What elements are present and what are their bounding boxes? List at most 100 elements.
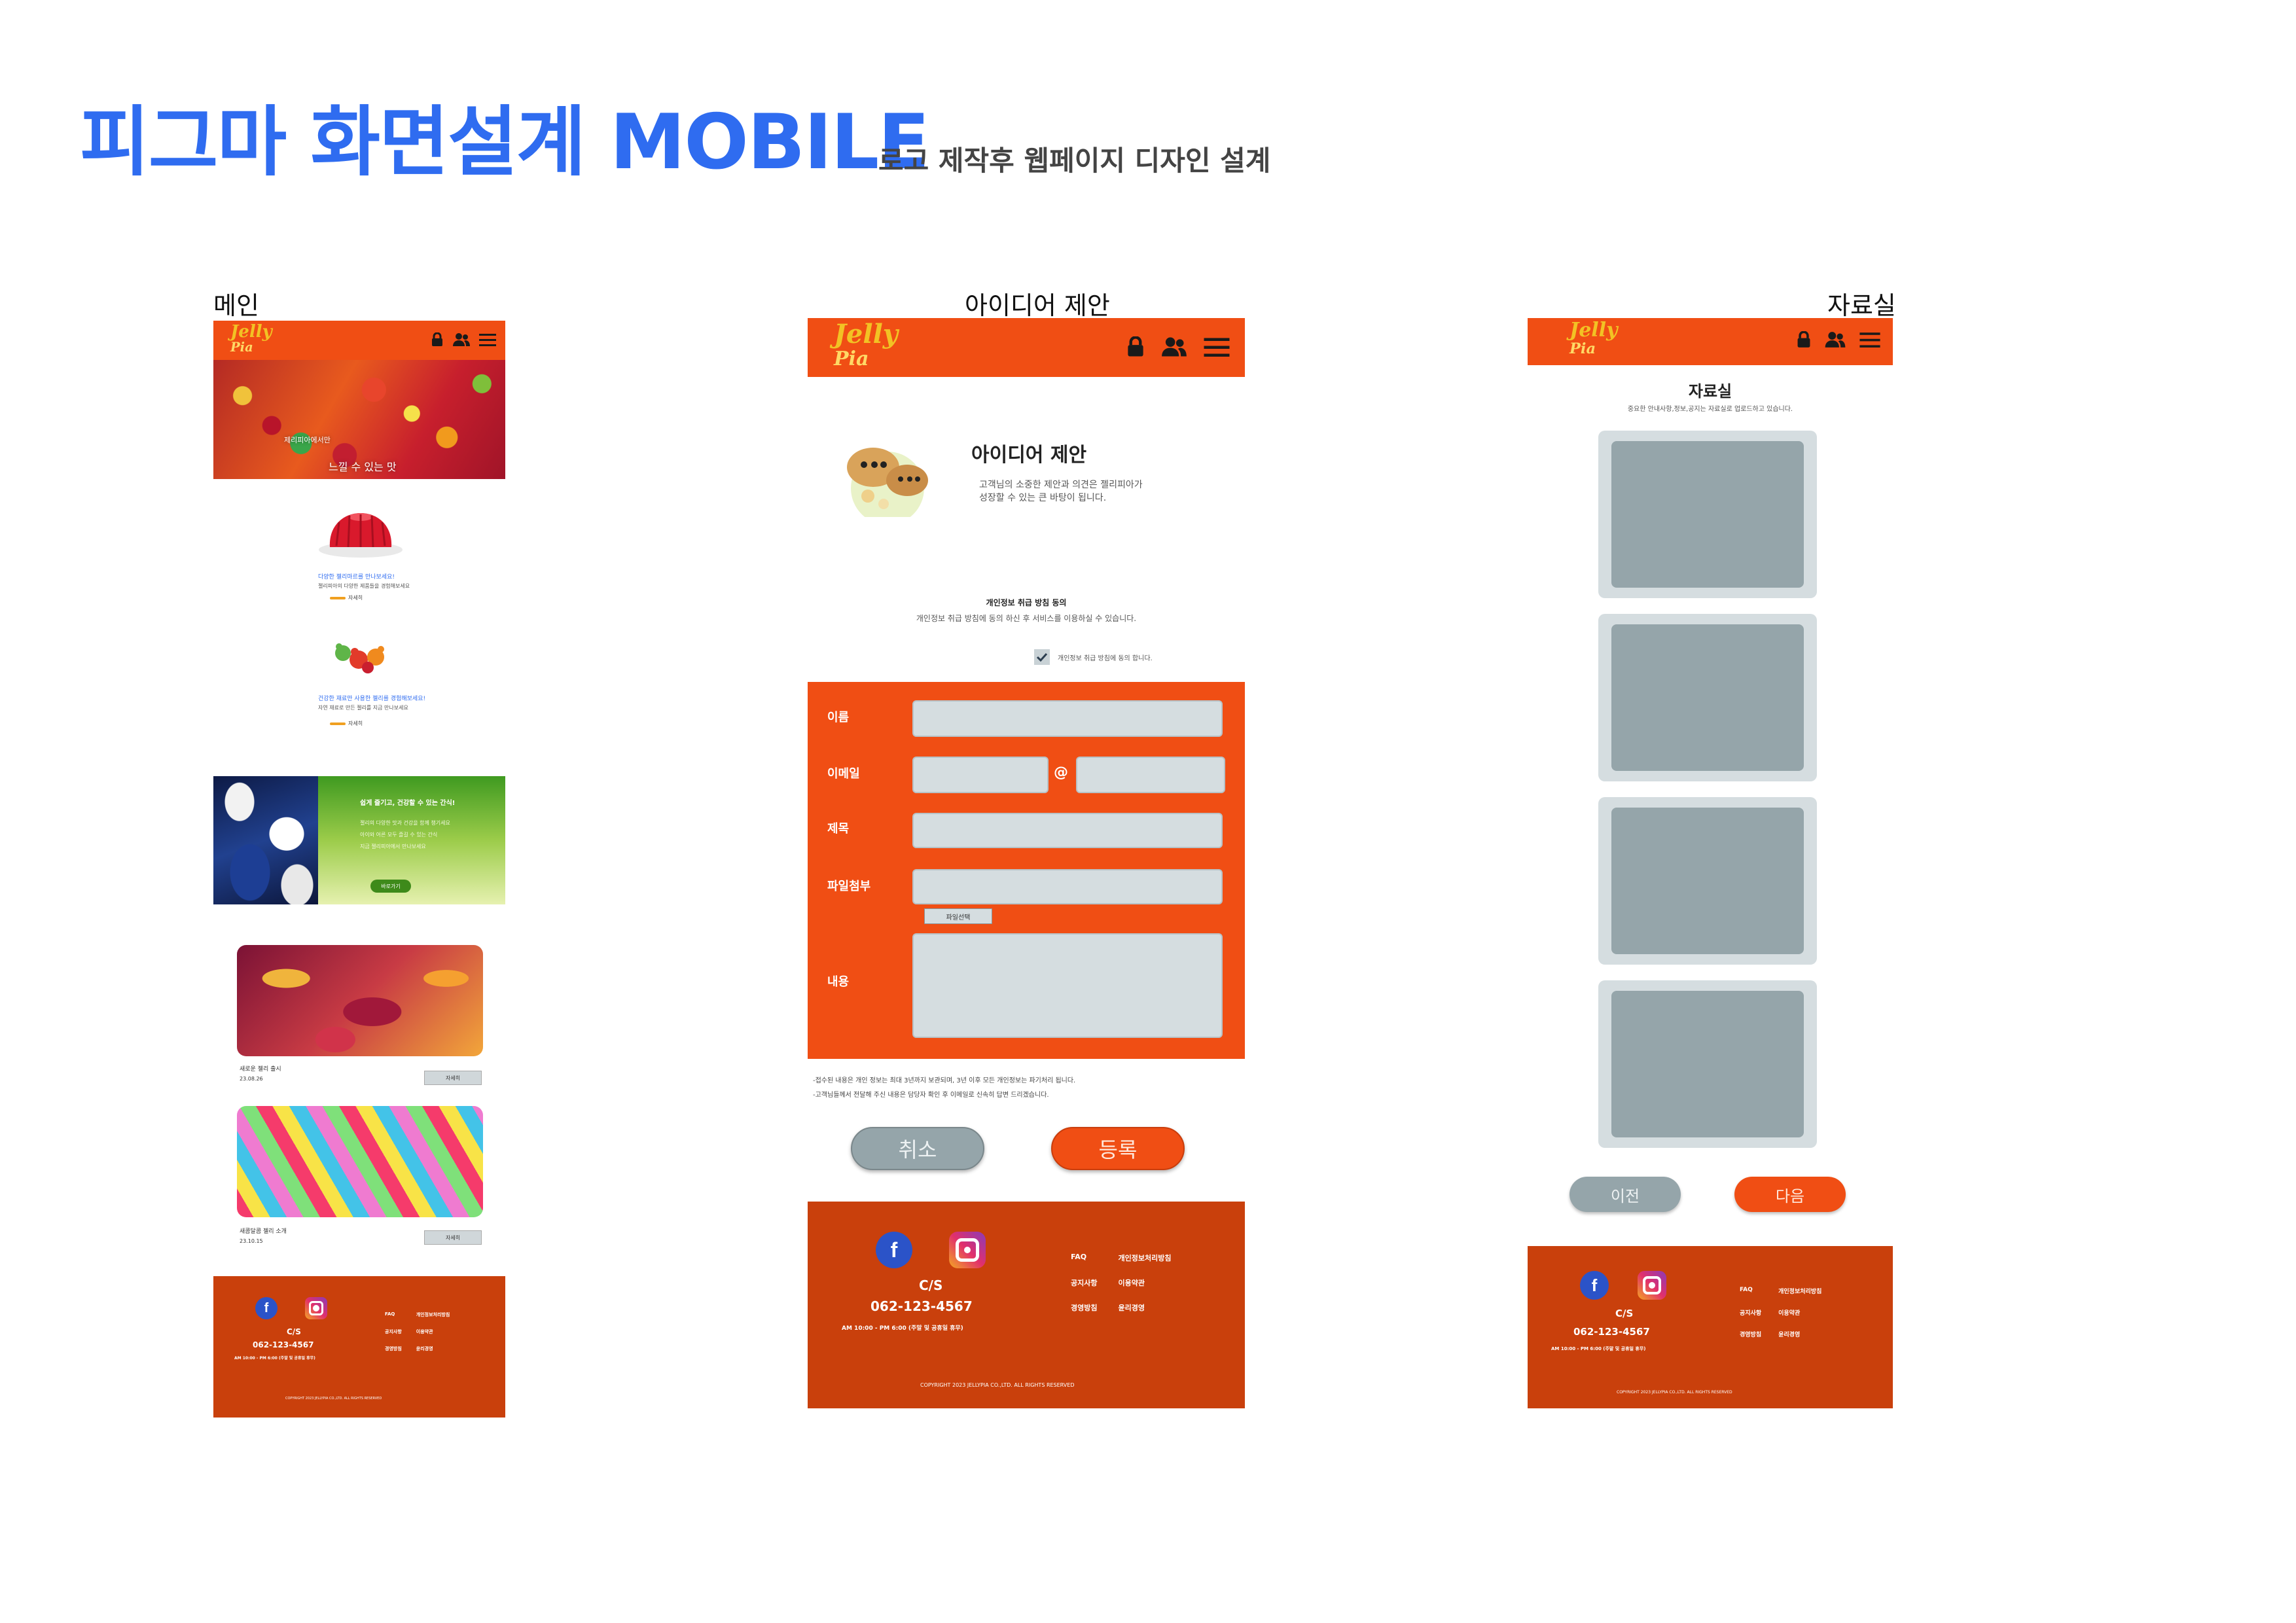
instagram-icon[interactable]: [305, 1297, 327, 1319]
archive-header: Jelly Pia: [1528, 318, 1893, 365]
archive-screen: Jelly Pia 자료실 중요한 안내사항,정보,공지는 자료실로 업로드하고…: [1528, 318, 1893, 1408]
item1-more-link[interactable]: 자세히: [330, 594, 363, 601]
sns-links: f: [255, 1297, 327, 1319]
footer-link-policy[interactable]: 경영방침: [385, 1346, 402, 1352]
facebook-icon[interactable]: f: [876, 1232, 912, 1268]
archive-thumbnail: [1611, 441, 1804, 588]
sns-links: f: [876, 1232, 986, 1268]
header-icons: [1126, 336, 1230, 357]
promo-banner: 쉽게 즐기고, 건강할 수 있는 간식! 젤리의 다양한 맛과 건강을 함께 챙…: [213, 776, 505, 904]
footer-link-terms[interactable]: 이용약관: [1118, 1277, 1171, 1288]
item1-title: 다양한 젤리마르를 만나보세요!: [318, 574, 395, 580]
footer-link-notice[interactable]: 공지사항: [1740, 1308, 1761, 1317]
logo-line2: Pia: [834, 348, 869, 370]
footer-links: FAQ 개인정보처리방침 공지사항 이용약관 경영방침 윤리경영: [385, 1311, 450, 1352]
main-screen: Jelly Pia 제리피아에서만 느낄 수 있는 맛 다양한 젤리마르를 만나…: [213, 321, 505, 1418]
item2-title: 건강한 재료만 사용한 젤리를 경험해보세요!: [318, 696, 426, 702]
archive-item-4[interactable]: [1598, 980, 1817, 1148]
footer-link-policy[interactable]: 경영방침: [1740, 1330, 1761, 1338]
card-image-sour-worms[interactable]: [237, 1106, 483, 1217]
logo-line2: Pia: [1570, 340, 1596, 357]
footer-link-terms[interactable]: 이용약관: [416, 1329, 450, 1335]
card2-caption: 새콤달콤 젤리 소개: [240, 1228, 287, 1235]
footer-phone: 062-123-4567: [1573, 1326, 1650, 1338]
logo[interactable]: Jelly Pia: [834, 321, 898, 370]
cancel-button[interactable]: 취소: [851, 1127, 984, 1170]
lock-icon[interactable]: [1126, 336, 1145, 357]
gummy-bears-image: [335, 643, 384, 673]
card2-date: 23.10.15: [240, 1238, 263, 1244]
footer-link-ethics[interactable]: 윤리경영: [1118, 1302, 1171, 1313]
privacy-desc: 개인정보 취급 방침에 동의 하신 후 서비스를 이용하실 수 있습니다.: [916, 614, 1137, 623]
user-icon[interactable]: [1825, 331, 1846, 348]
user-icon[interactable]: [453, 332, 470, 347]
footer-link-policy[interactable]: 경영방침: [1071, 1302, 1097, 1313]
label-content: 내용: [827, 975, 850, 989]
privacy-check-label: 개인정보 취급 방침에 동의 합니다.: [1058, 654, 1153, 662]
promo-image: [213, 776, 318, 904]
email-id-input[interactable]: [912, 757, 1049, 793]
menu-icon[interactable]: [479, 333, 496, 346]
lock-icon[interactable]: [1796, 331, 1812, 348]
footer-link-privacy[interactable]: 개인정보처리방침: [1778, 1287, 1821, 1295]
submit-button[interactable]: 등록: [1051, 1127, 1185, 1170]
footer-link-privacy[interactable]: 개인정보처리방침: [416, 1311, 450, 1318]
archive-item-2[interactable]: [1598, 614, 1817, 781]
menu-icon[interactable]: [1203, 337, 1230, 357]
promo-desc-2: 아이와 어른 모두 즐길 수 있는 간식: [360, 832, 438, 838]
card1-button[interactable]: 자세히: [424, 1071, 482, 1085]
card2-button[interactable]: 자세히: [424, 1230, 482, 1245]
footer-hours: AM 10:00 - PM 6:00 (주말 및 공휴일 휴무): [234, 1356, 315, 1361]
privacy-title: 개인정보 취급 방침 동의: [986, 598, 1067, 607]
footer-link-faq[interactable]: FAQ: [1071, 1253, 1097, 1263]
sns-links: f: [1580, 1271, 1666, 1300]
card1-date: 23.08.26: [240, 1076, 263, 1082]
name-input[interactable]: [912, 700, 1223, 737]
next-button[interactable]: 다음: [1734, 1177, 1846, 1212]
instagram-icon[interactable]: [949, 1232, 986, 1268]
lock-icon[interactable]: [431, 332, 444, 347]
card-image-gummy[interactable]: [237, 945, 483, 1056]
footer-link-ethics[interactable]: 윤리경영: [416, 1346, 450, 1352]
footer-link-faq[interactable]: FAQ: [385, 1311, 402, 1318]
content-textarea[interactable]: [912, 933, 1223, 1038]
prev-button[interactable]: 이전: [1570, 1177, 1681, 1212]
email-domain-input[interactable]: [1076, 757, 1225, 793]
facebook-icon[interactable]: f: [255, 1297, 278, 1319]
promo-desc-3: 지금 젤리피아에서 만나보세요: [360, 844, 426, 849]
logo-line1: Jelly: [1570, 319, 1618, 342]
menu-icon[interactable]: [1859, 332, 1881, 348]
archive-heading: 자료실: [1688, 382, 1732, 401]
page-subtitle: 로고 제작후 웹페이지 디자인 설계: [878, 145, 1271, 177]
footer-link-notice[interactable]: 공지사항: [385, 1329, 402, 1335]
footer-link-faq[interactable]: FAQ: [1740, 1287, 1761, 1295]
footer-links: FAQ 개인정보처리방침 공지사항 이용약관 경영방침 윤리경영: [1071, 1253, 1171, 1313]
hero-banner: 제리피아에서만 느낄 수 있는 맛: [213, 360, 505, 479]
privacy-agree[interactable]: 개인정보 취급 방침에 동의 합니다.: [1034, 649, 1153, 665]
header-icons: [431, 332, 496, 347]
footer-link-ethics[interactable]: 윤리경영: [1778, 1330, 1821, 1338]
item2-more-link[interactable]: 자세히: [330, 720, 363, 727]
file-input[interactable]: [912, 869, 1223, 904]
file-select-button[interactable]: 파일선택: [924, 908, 992, 924]
promo-desc-1: 젤리의 다양한 맛과 건강을 함께 챙기세요: [360, 820, 450, 826]
subject-input[interactable]: [912, 813, 1223, 848]
promo-button[interactable]: 바로가기: [370, 880, 411, 893]
header-icons: [1796, 331, 1881, 348]
logo-line1: Jelly: [230, 322, 272, 342]
instagram-icon[interactable]: [1638, 1271, 1666, 1300]
logo-line2: Pia: [230, 340, 253, 355]
footer-link-terms[interactable]: 이용약관: [1778, 1308, 1821, 1317]
archive-item-1[interactable]: [1598, 431, 1817, 598]
user-icon[interactable]: [1161, 336, 1187, 357]
footer-link-privacy[interactable]: 개인정보처리방침: [1118, 1253, 1171, 1263]
footer-cs: C/S: [1615, 1308, 1634, 1319]
footer-links: FAQ 개인정보처리방침 공지사항 이용약관 경영방침 윤리경영: [1740, 1287, 1821, 1338]
footer-link-notice[interactable]: 공지사항: [1071, 1277, 1097, 1288]
logo[interactable]: Jelly Pia: [1570, 319, 1618, 358]
facebook-icon[interactable]: f: [1580, 1271, 1609, 1300]
archive-item-3[interactable]: [1598, 797, 1817, 965]
logo[interactable]: Jelly Pia: [230, 322, 272, 355]
check-icon[interactable]: [1034, 649, 1050, 665]
label-name: 이름: [827, 711, 850, 724]
